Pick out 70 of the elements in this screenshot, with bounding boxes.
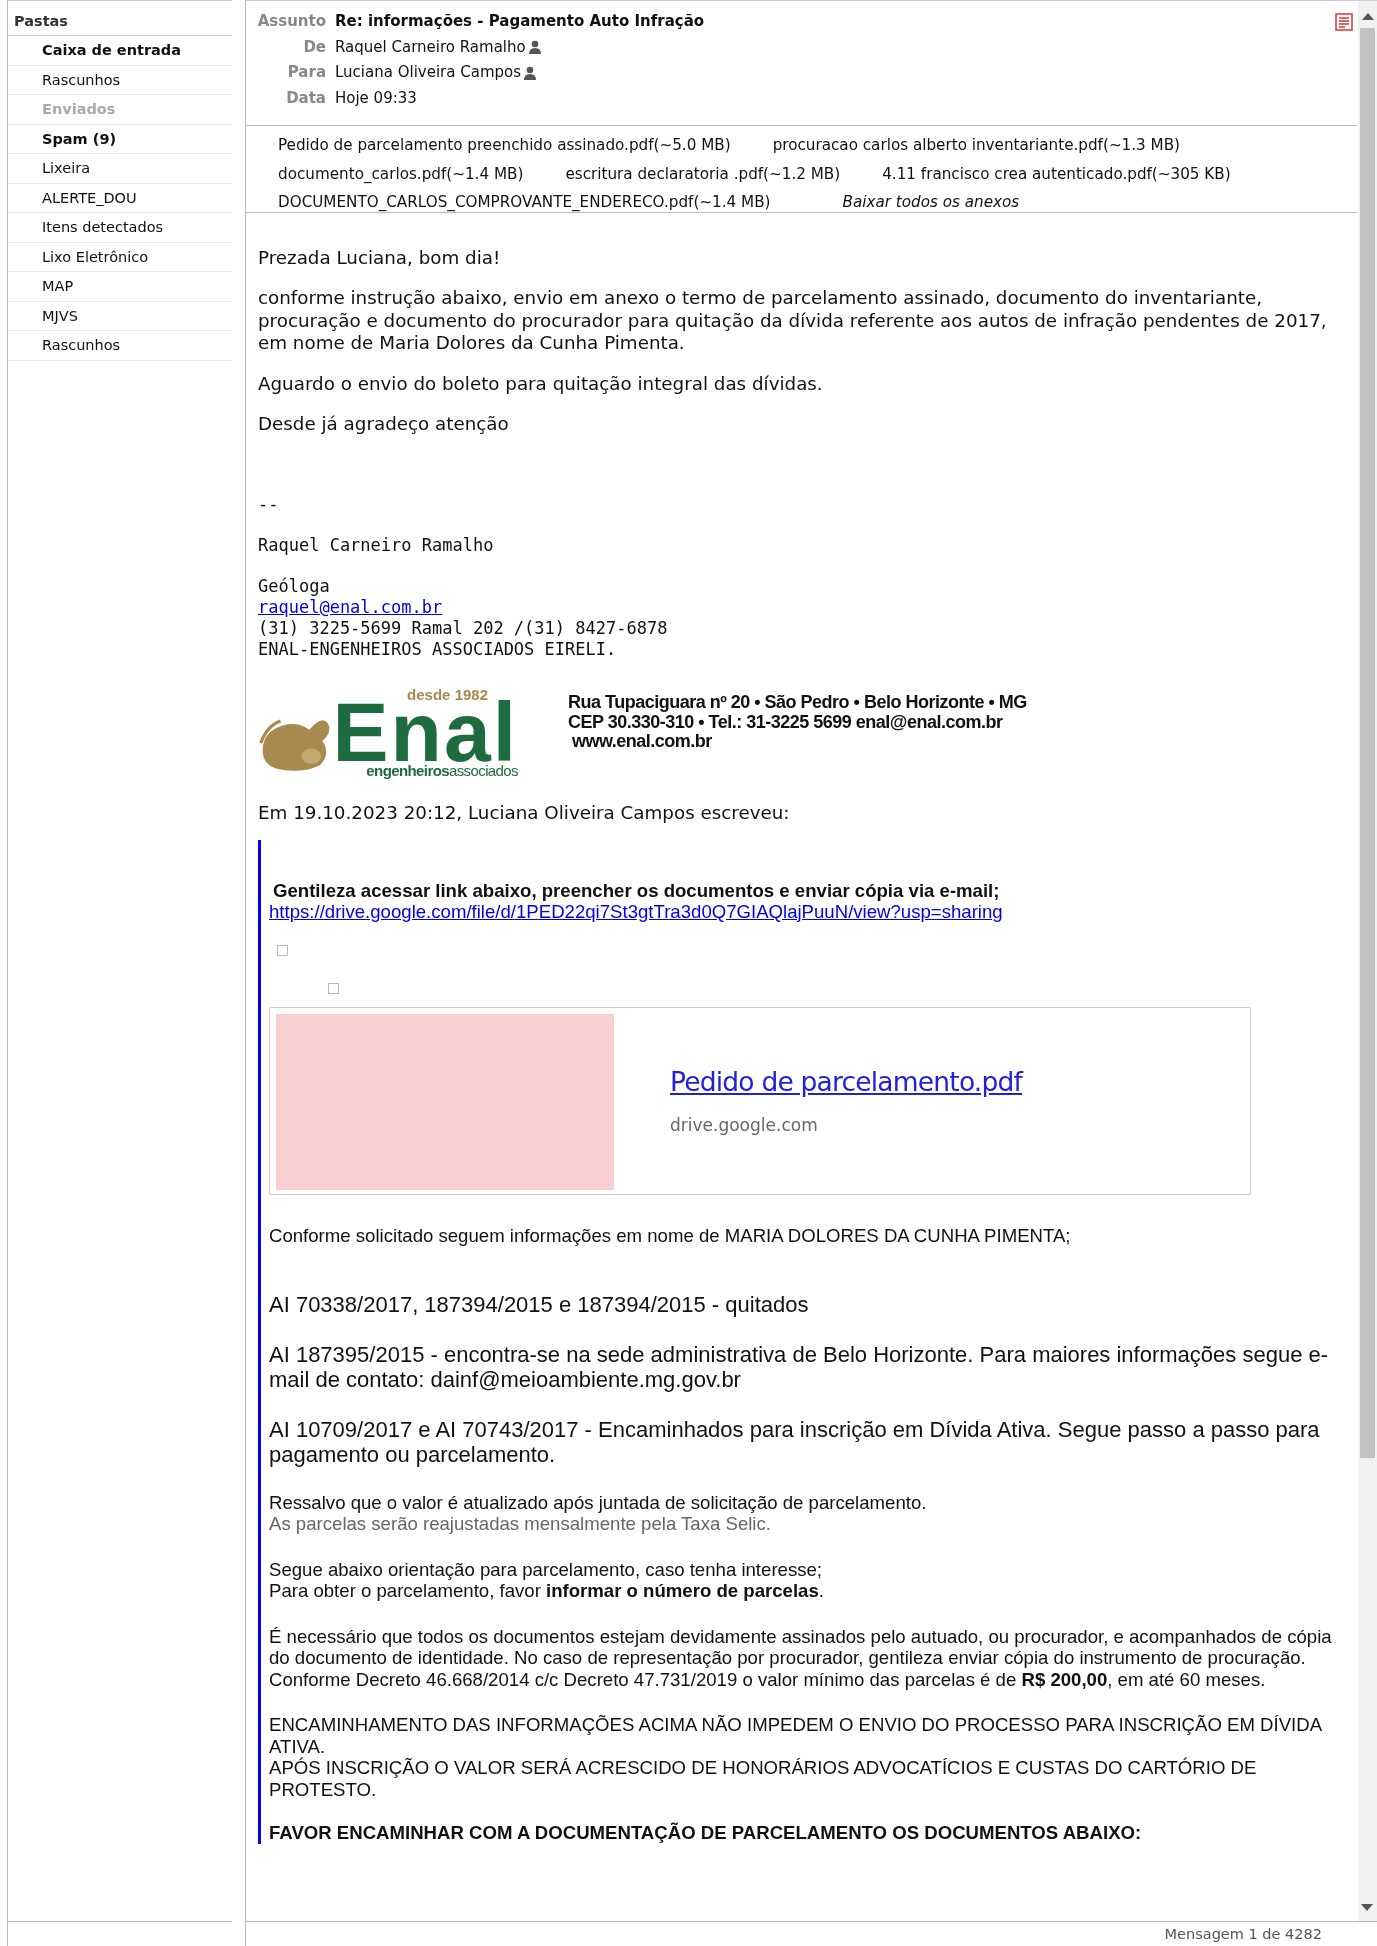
logo-wordmark: Enal (332, 701, 518, 762)
quote-line: Conforme Decreto 46.668/2014 c/c Decreto 47.731/2019 o valor mínimo das parcelas é de R$ 200,00, em até 60 meses. (269, 1668, 1267, 1690)
scroll-up-arrow[interactable] (1361, 13, 1374, 20)
document-icon[interactable] (1335, 13, 1353, 31)
attachment-link[interactable]: procuracao carlos alberto inventariante.pdf(~1.3 MB) (772, 131, 1181, 160)
person-icon[interactable] (528, 40, 541, 55)
address-line: Rua Tupaciguara nº 20 • São Pedro • Belo Horizonte • MG (568, 693, 1027, 713)
quote-line: Segue abaixo orientação para parcelamento, caso tenha interesse; (269, 1558, 823, 1580)
logo-subtitle: engenheirosassociados (366, 761, 518, 780)
address-line: CEP 30.330-310 • Tel.: 31-3225 5699 enal@enal.com.br (568, 712, 1004, 733)
preview-domain: drive.google.com (670, 1114, 819, 1137)
email-link[interactable]: raquel@enal.com.br (258, 596, 443, 617)
status-text: Mensagem 1 de 4282 (1164, 1926, 1322, 1942)
folder-item[interactable]: Lixo Eletrônico (8, 242, 232, 272)
preview-title-link[interactable]: Pedido de parcelamento.pdf (670, 1064, 1023, 1099)
signature-role: Geóloga (258, 575, 331, 597)
broken-image-icon (277, 944, 288, 956)
signature-separator: -- (258, 493, 280, 515)
link-preview-card[interactable]: Pedido de parcelamento.pdf drive.google.com (269, 1006, 1251, 1195)
folder-item[interactable]: MAP (8, 272, 232, 302)
folder-item[interactable]: Caixa de entrada (8, 36, 232, 66)
quote-line: Para obter o parcelamento, favor informar o número de parcelas. (269, 1580, 825, 1602)
greeting-text: Prezada Luciana, bom dia! (258, 246, 502, 269)
attachment-link[interactable]: Pedido de parcelamento preenchido assinado.pdf(~5.0 MB) (278, 131, 731, 160)
quote-line: Ressalvo que o valor é atualizado após juntada de solicitação de parcelamento. (269, 1491, 928, 1513)
folder-item[interactable]: Lixeira (8, 154, 232, 184)
body-paragraph: conforme instrução abaixo, envio em anexo o termo de parcelamento assinado, documento do inventariante, procuração e documento do procurador para quitação da dívida referente aos autos de infração pendentes de 2017, em nome de Maria Dolores da Cunha Pimenta. (258, 287, 1328, 355)
download-all-link[interactable]: Baixar todos os anexos (842, 188, 1020, 217)
drive-link[interactable]: https://drive.google.com/file/d/1PED22qi7St3gtTra3d0Q7GIAQlajPuuN/view?usp=sharing (269, 901, 1347, 923)
header-label: De (302, 36, 326, 58)
folder-item[interactable]: MJVS (8, 301, 232, 331)
header-label: Data (285, 87, 326, 109)
scrollbar-thumb[interactable] (1360, 28, 1375, 1458)
quote-paragraph: Conforme solicitado seguem informações em nome de MARIA DOLORES DA CUNHA PIMENTA; (269, 1224, 1072, 1246)
signature-phone: (31) 3225-5699 Ramal 202 /(31) 8427-6878 (258, 617, 669, 639)
address-line: www.enal.com.br (571, 732, 713, 752)
broken-image-icon (328, 982, 339, 994)
body-paragraph: Desde já agradeço atenção (258, 413, 510, 436)
header-value: Raquel Carneiro Ramalho (335, 36, 526, 58)
signature-company: ENAL-ENGENHEIROS ASSOCIADOS EIRELI. (258, 638, 618, 660)
attachment-link[interactable]: DOCUMENTO_CARLOS_COMPROVANTE_ENDERECO.pdf(~1.4 MB) (278, 188, 771, 217)
logo-tagline: desde 1982 (407, 687, 488, 702)
header-value: Hoje 09:33 (335, 87, 417, 109)
folder-item[interactable]: Spam (9) (8, 124, 232, 154)
header-value: Luciana Oliveira Campos (335, 62, 521, 83)
status-item: AI 10709/2017 e AI 70743/2017 - Encaminhados para inscrição em Dívida Ativa. Segue passo a passo para pagamento ou parcelamento. (269, 1416, 1321, 1468)
quote-line: As parcelas serão reajustadas mensalmente pela Taxa Selic. (269, 1513, 772, 1535)
header-label: Para (286, 62, 326, 83)
body-paragraph: Aguardo o envio do boleto para quitação integral das dívidas. (258, 372, 824, 395)
signature-name: Raquel Carneiro Ramalho (258, 534, 495, 556)
attachment-link[interactable]: 4.11 francisco crea autenticado.pdf(~305 KB) (882, 159, 1231, 188)
scroll-down-arrow[interactable] (1361, 1904, 1373, 1911)
attachment-link[interactable]: escritura declaratoria .pdf(~1.2 MB) (565, 159, 841, 188)
quote-line: É necessário que todos os documentos estejam devidamente assinados pelo autuado, ou procurador, e acompanhados de cópia do documento de identidade. No caso de representação por procurador, gentileza enviar cópia do instrumento de procuração. (269, 1625, 1333, 1669)
folder-item[interactable]: Itens detectados (8, 213, 232, 243)
quote-header: Em 19.10.2023 20:12, Luciana Oliveira Campos escreveu: (258, 801, 791, 824)
quote-line: APÓS INSCRIÇÃO O VALOR SERÁ ACRESCIDO DE HONORÁRIOS ADVOCATÍCIOS E CUSTAS DO CARTÓRIO DE PROTESTO. (269, 1757, 1258, 1800)
sidebar-title: Pastas (8, 0, 232, 36)
quote-intro: Gentileza acessar link abaixo, preencher os documentos e enviar cópia via e-mail; (272, 878, 1001, 901)
header-label: Assunto (256, 11, 326, 32)
quote-line: ENCAMINHAMENTO DAS INFORMAÇÕES ACIMA NÃO IMPEDEM O ENVIO DO PROCESSO PARA INSCRIÇÃO EM DÍVIDA ATIVA. (269, 1714, 1323, 1757)
person-icon[interactable] (524, 65, 536, 80)
status-item: AI 70338/2017, 187394/2015 e 187394/2015 - quitados (269, 1292, 810, 1318)
folder-item[interactable]: ALERTE_DOU (8, 183, 232, 213)
folder-item[interactable]: Rascunhos (8, 65, 232, 95)
status-item: AI 187395/2015 - encontra-se na sede administrativa de Belo Horizonte. Para maiores informações segue e-mail de contato: dainf@meioambiente.mg.gov.br (269, 1341, 1330, 1393)
quote-closing: FAVOR ENCAMINHAR COM A DOCUMENTAÇÃO DE PARCELAMENTO OS DOCUMENTOS ABAIXO: (269, 1822, 1143, 1844)
header-value: Re: informações - Pagamento Auto Infração (335, 11, 705, 32)
attachment-link[interactable]: documento_carlos.pdf(~1.4 MB) (278, 159, 524, 188)
folder-item[interactable]: Rascunhos (8, 331, 232, 361)
